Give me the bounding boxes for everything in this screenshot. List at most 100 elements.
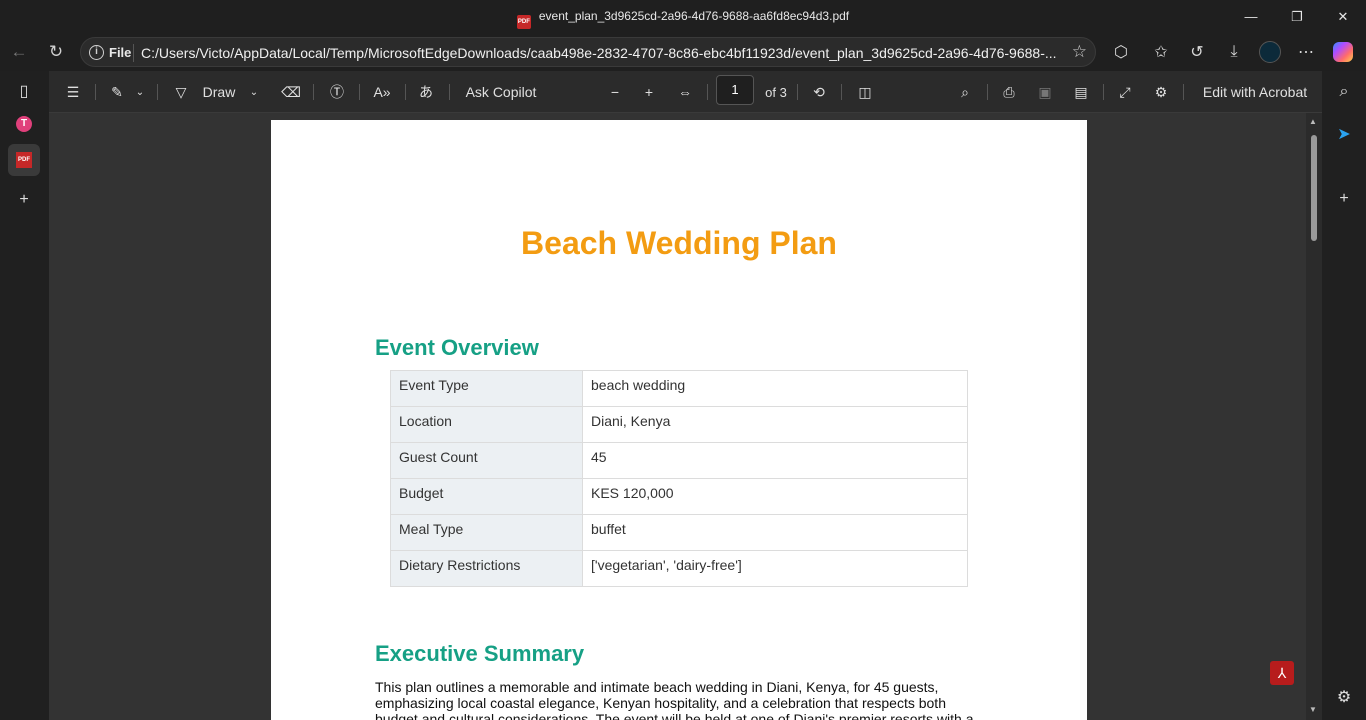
- close-button[interactable]: ✕: [1320, 0, 1366, 33]
- chevron-down-icon[interactable]: ⌄: [133, 79, 147, 105]
- extensions-icon[interactable]: ⬡: [1106, 37, 1136, 67]
- tab-actions-icon[interactable]: ▯: [8, 75, 40, 107]
- edit-with-acrobat-button[interactable]: Edit with Acrobat: [1197, 79, 1313, 105]
- fullscreen-icon[interactable]: ⤢: [1113, 79, 1137, 105]
- scroll-down-icon[interactable]: ▼: [1309, 705, 1317, 714]
- contents-icon[interactable]: ☰: [61, 79, 85, 105]
- back-icon[interactable]: ←: [4, 37, 34, 67]
- edge-right-sidebar: ⌕ ➤ + ⚙: [1322, 71, 1366, 720]
- toolbar-separator: [95, 84, 96, 100]
- table-key-cell: Budget: [390, 478, 583, 515]
- table-key-cell: Dietary Restrictions: [390, 550, 583, 587]
- scheme-label: File: [109, 45, 132, 60]
- pdf-toolbar: ☰ ✎ ⌄ ▽ Draw ⌄ ⌫ Ⓣ A» あ Ask Copilot − + …: [49, 71, 1322, 113]
- rotate-icon[interactable]: ⟲: [807, 79, 831, 105]
- zoom-out-icon[interactable]: −: [603, 79, 627, 105]
- pdf-page: Beach Wedding Plan Event Overview Event …: [271, 120, 1087, 720]
- page-total-label: of 3: [765, 84, 787, 100]
- toolbar-separator: [841, 84, 842, 100]
- draw-icon[interactable]: ▽: [171, 79, 191, 105]
- event-overview-heading: Event Overview: [375, 335, 539, 360]
- table-row: Meal Type buffet: [390, 514, 968, 551]
- window-titlebar: PDF event_plan_3d9625cd-2a96-4d76-9688-aa…: [0, 0, 1366, 33]
- tab-favicon-t[interactable]: T: [8, 108, 40, 140]
- favorite-star-icon[interactable]: ☆: [1072, 42, 1087, 62]
- url-text[interactable]: C:/Users/Victo/AppData/Local/Temp/Micros…: [141, 45, 1061, 61]
- table-row: Dietary Restrictions ['vegetarian', 'dair…: [390, 550, 968, 587]
- table-value-cell: beach wedding: [582, 370, 968, 407]
- window-title-text: event_plan_3d9625cd-2a96-4d76-9688-aa6fd…: [538, 9, 850, 23]
- eraser-icon[interactable]: ⌫: [279, 79, 303, 105]
- table-value-cell: ['vegetarian', 'dairy-free']: [582, 550, 968, 587]
- document-title: Beach Wedding Plan: [521, 225, 837, 261]
- toolbar-separator: [313, 84, 314, 100]
- url-box[interactable]: i File C:/Users/Victo/AppData/Local/Temp…: [80, 37, 1096, 67]
- ask-copilot-button[interactable]: Ask Copilot: [461, 79, 541, 105]
- highlight-icon[interactable]: ✎: [105, 79, 129, 105]
- table-key-cell: Location: [390, 406, 583, 443]
- search-icon[interactable]: ⌕: [953, 79, 977, 105]
- info-icon[interactable]: i: [89, 45, 104, 60]
- minimize-button[interactable]: —: [1228, 0, 1274, 33]
- url-separator: [133, 44, 134, 62]
- vertical-scrollbar[interactable]: ▲ ▼: [1306, 113, 1322, 720]
- table-key-cell: Meal Type: [390, 514, 583, 551]
- page-number-input[interactable]: 1: [716, 75, 754, 105]
- chevron-down-icon[interactable]: ⌄: [247, 79, 261, 105]
- profile-avatar[interactable]: [1255, 37, 1285, 67]
- toolbar-separator: [1103, 84, 1104, 100]
- tab-favicon-pdf[interactable]: PDF: [8, 144, 40, 176]
- toolbar-separator: [449, 84, 450, 100]
- table-value-cell: KES 120,000: [582, 478, 968, 515]
- table-key-cell: Guest Count: [390, 442, 583, 479]
- settings-gear-icon[interactable]: ⚙: [1149, 79, 1173, 105]
- table-key-cell: Event Type: [390, 370, 583, 407]
- toolbar-separator: [1183, 84, 1184, 100]
- sidebar-settings-gear-icon[interactable]: ⚙: [1329, 682, 1359, 712]
- downloads-icon[interactable]: ⤓: [1219, 37, 1249, 67]
- toolbar-separator: [405, 84, 406, 100]
- toolbar-separator: [707, 84, 708, 100]
- executive-summary-text: This plan outlines a memorable and intim…: [375, 679, 974, 720]
- table-row: Event Type beach wedding: [390, 370, 968, 407]
- search-icon[interactable]: ⌕: [1329, 77, 1359, 107]
- executive-summary-heading: Executive Summary: [375, 641, 585, 666]
- toolbar-separator: [359, 84, 360, 100]
- scroll-up-icon[interactable]: ▲: [1309, 117, 1317, 126]
- zoom-in-icon[interactable]: +: [637, 79, 661, 105]
- print-icon[interactable]: ⎙: [997, 79, 1021, 105]
- toolbar-separator: [157, 84, 158, 100]
- table-row: Location Diani, Kenya: [390, 406, 968, 443]
- window-title: PDF event_plan_3d9625cd-2a96-4d76-9688-aa…: [0, 9, 1366, 29]
- table-value-cell: 45: [582, 442, 968, 479]
- more-options-icon[interactable]: ⋯: [1291, 37, 1321, 67]
- save-as-icon[interactable]: ▤: [1069, 79, 1093, 105]
- maximize-button[interactable]: ❐: [1274, 0, 1320, 33]
- save-icon[interactable]: ▣: [1033, 79, 1057, 105]
- history-icon[interactable]: ↺: [1182, 37, 1212, 67]
- vertical-tabs-sidebar: ▯ T PDF +: [0, 71, 49, 720]
- favorites-icon[interactable]: ✩: [1146, 37, 1176, 67]
- fit-page-icon[interactable]: ⇔: [673, 79, 697, 105]
- browser-address-bar: ← ↻ i File C:/Users/Victo/AppData/Local/…: [0, 33, 1366, 71]
- toolbar-separator: [797, 84, 798, 100]
- pdf-file-icon: PDF: [516, 15, 531, 29]
- pdf-viewer[interactable]: Beach Wedding Plan Event Overview Event …: [49, 113, 1322, 720]
- telegram-icon[interactable]: ➤: [1329, 119, 1359, 149]
- table-row: Budget KES 120,000: [390, 478, 968, 515]
- refresh-icon[interactable]: ↻: [41, 37, 71, 67]
- read-aloud-icon[interactable]: A»: [369, 79, 395, 105]
- new-tab-icon[interactable]: +: [8, 184, 40, 216]
- translate-icon[interactable]: あ: [413, 79, 439, 105]
- add-sidebar-app-icon[interactable]: +: [1329, 184, 1359, 214]
- draw-button[interactable]: Draw: [199, 79, 239, 105]
- acrobat-icon[interactable]: ⅄: [1270, 661, 1294, 685]
- scroll-thumb[interactable]: [1311, 135, 1317, 241]
- table-value-cell: buffet: [582, 514, 968, 551]
- table-row: Guest Count 45: [390, 442, 968, 479]
- page-view-icon[interactable]: ◫: [853, 79, 877, 105]
- text-box-icon[interactable]: Ⓣ: [325, 79, 349, 105]
- table-value-cell: Diani, Kenya: [582, 406, 968, 443]
- copilot-icon[interactable]: [1328, 37, 1358, 67]
- event-overview-table: Event Type beach wedding Location Diani, K…: [390, 370, 968, 587]
